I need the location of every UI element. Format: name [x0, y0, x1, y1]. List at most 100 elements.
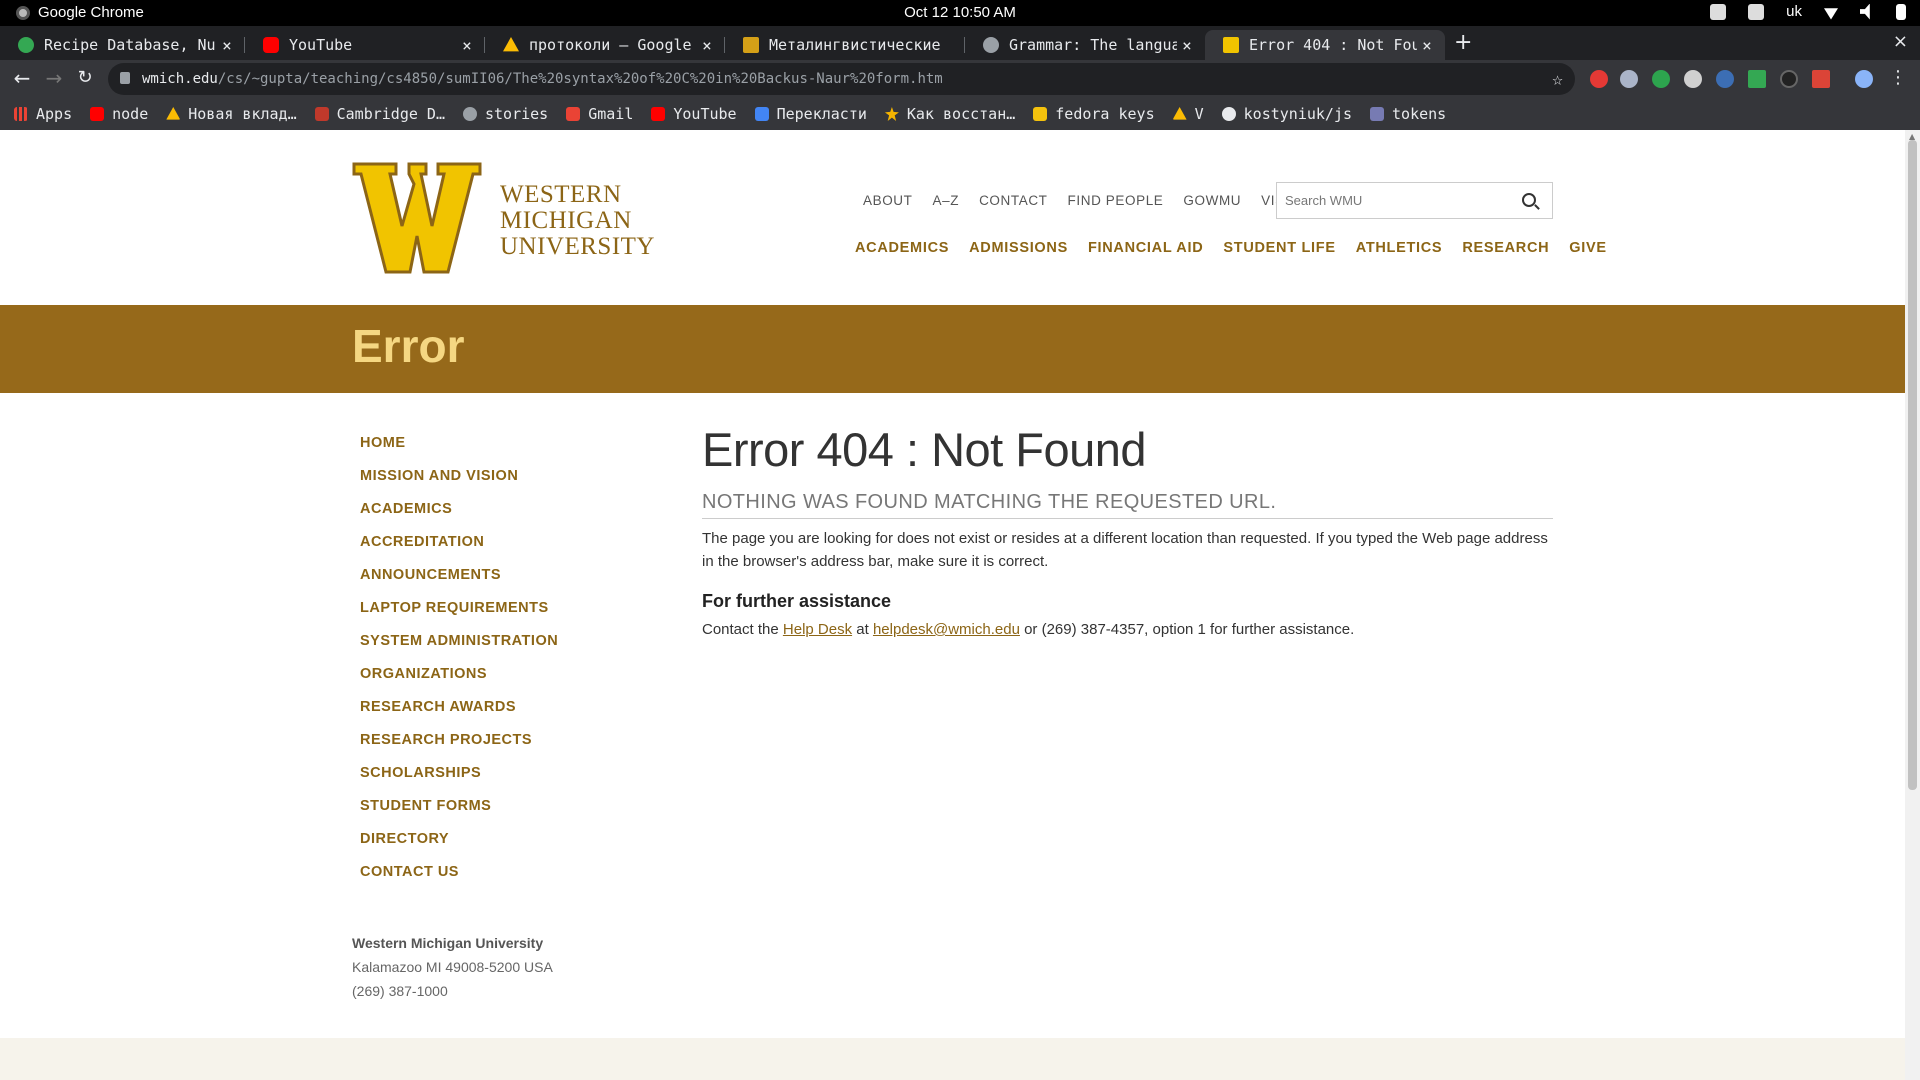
close-icon[interactable]: ×: [1417, 36, 1437, 55]
util-nav-gowmu[interactable]: GOWMU: [1183, 193, 1241, 208]
search-icon[interactable]: [1522, 193, 1536, 207]
tab-active[interactable]: Error 404 : Not Foun ×: [1205, 30, 1445, 60]
wordmark-line: University: [500, 233, 655, 260]
youtube-icon: [651, 107, 666, 121]
side-nav-laptop-requirements[interactable]: LAPTOP REQUIREMENTS: [360, 600, 558, 633]
wordmark-line: Michigan: [500, 207, 632, 234]
main-nav-financial-aid[interactable]: FINANCIAL AID: [1088, 240, 1203, 256]
clock[interactable]: Oct 12 10:50 AM: [0, 4, 1920, 21]
search-input[interactable]: [1277, 183, 1507, 218]
extension-icon-5[interactable]: [1716, 70, 1734, 88]
profile-avatar[interactable]: [1855, 70, 1873, 88]
star-icon: [884, 107, 899, 121]
bookmark-stories[interactable]: stories: [463, 105, 548, 123]
tab-1[interactable]: YouTube ×: [245, 30, 485, 60]
address-name: Western Michigan University: [352, 935, 544, 951]
side-nav-academics[interactable]: ACADEMICS: [360, 501, 558, 534]
wmu-logo-icon[interactable]: [352, 162, 482, 274]
extension-icon-6[interactable]: [1748, 70, 1766, 88]
tab-0[interactable]: Recipe Database, Nu ×: [0, 30, 245, 60]
side-nav-directory[interactable]: DIRECTORY: [360, 831, 558, 864]
scrollbar-thumb[interactable]: [1908, 140, 1917, 790]
util-nav-contact[interactable]: CONTACT: [979, 193, 1047, 208]
window-close-button[interactable]: ×: [1893, 31, 1908, 52]
page-subtitle: Nothing was found matching the requested…: [702, 491, 1553, 519]
bookmark-youtube[interactable]: YouTube: [651, 105, 737, 123]
wmu-wordmark[interactable]: Western Michigan University: [500, 182, 655, 260]
extension-icon-8[interactable]: [1812, 70, 1830, 88]
bookmark-tokens[interactable]: tokens: [1370, 105, 1446, 123]
battery-icon[interactable]: [1896, 3, 1906, 20]
close-icon[interactable]: ×: [697, 36, 717, 55]
assist-prefix: Contact the: [702, 621, 783, 638]
bookmark-fedora-keys[interactable]: fedora keys: [1033, 105, 1155, 123]
extension-icon-4[interactable]: [1684, 70, 1702, 88]
util-nav-about[interactable]: ABOUT: [863, 193, 913, 208]
helpdesk-email-link[interactable]: helpdesk@wmich.edu: [873, 621, 1020, 638]
util-nav-a-z[interactable]: A–Z: [933, 193, 960, 208]
bookmark-apps[interactable]: Apps: [14, 105, 72, 123]
help-desk-link[interactable]: Help Desk: [783, 621, 852, 638]
bookmark-node[interactable]: node: [90, 105, 148, 123]
side-nav-research-awards[interactable]: RESEARCH AWARDS: [360, 699, 558, 732]
extension-icon-7[interactable]: [1780, 70, 1798, 88]
bookmark-restore[interactable]: Как восстан…: [884, 105, 1015, 123]
tab-4[interactable]: Grammar: The langua ×: [965, 30, 1205, 60]
page-title: Error 404 : Not Found: [702, 423, 1147, 476]
bookmark-label: Apps: [36, 105, 73, 123]
bookmark-cambridge[interactable]: Cambridge D…: [314, 105, 445, 123]
wifi-icon[interactable]: [1824, 8, 1838, 20]
tab-2[interactable]: протоколи — Google ×: [485, 30, 725, 60]
bookmark-label: Gmail: [588, 105, 634, 123]
bookmark-label: tokens: [1392, 105, 1447, 123]
side-nav-contact-us[interactable]: CONTACT US: [360, 864, 558, 897]
page-scrollbar[interactable]: ▲: [1905, 130, 1920, 1080]
clipboard-icon[interactable]: [1748, 3, 1765, 20]
tab-title: протоколи — Google: [529, 36, 692, 54]
side-nav-system-administration[interactable]: SYSTEM ADMINISTRATION: [360, 633, 558, 666]
tab-3[interactable]: Металингвистические: [725, 30, 965, 60]
menu-kebab-icon[interactable]: ⋮: [1886, 66, 1910, 90]
main-nav-research[interactable]: RESEARCH: [1462, 240, 1549, 256]
bookmark-star-icon[interactable]: ☆: [1552, 69, 1563, 90]
main-nav-athletics[interactable]: ATHLETICS: [1356, 240, 1443, 256]
side-nav-accreditation[interactable]: ACCREDITATION: [360, 534, 558, 567]
close-icon[interactable]: ×: [457, 36, 477, 55]
forward-button[interactable]: →: [42, 66, 66, 90]
bookmark-v[interactable]: V: [1172, 105, 1204, 123]
extension-icon-1[interactable]: [1590, 70, 1608, 88]
youtube-icon: [90, 107, 105, 121]
side-nav-organizations[interactable]: ORGANIZATIONS: [360, 666, 558, 699]
volume-icon[interactable]: [1860, 3, 1870, 20]
main-nav-give[interactable]: GIVE: [1569, 240, 1606, 256]
side-nav-mission-and-vision[interactable]: MISSION AND VISION: [360, 468, 558, 501]
side-nav-announcements[interactable]: ANNOUNCEMENTS: [360, 567, 558, 600]
coffee-icon[interactable]: [1710, 3, 1727, 20]
extension-icon-3[interactable]: [1652, 70, 1670, 88]
reload-button[interactable]: ↻: [73, 66, 97, 90]
lock-icon[interactable]: [120, 72, 130, 84]
close-icon[interactable]: ×: [1177, 36, 1197, 55]
side-nav-student-forms[interactable]: STUDENT FORMS: [360, 798, 558, 831]
bookmark-gmail[interactable]: Gmail: [566, 105, 633, 123]
bookmark-new-tab[interactable]: Новая вклад…: [166, 105, 297, 123]
back-button[interactable]: ←: [10, 66, 34, 90]
main-nav-student-life[interactable]: STUDENT LIFE: [1223, 240, 1335, 256]
side-nav-home[interactable]: HOME: [360, 435, 558, 468]
address-bar[interactable]: wmich.edu/cs/~gupta/teaching/cs4850/sumI…: [108, 63, 1575, 95]
new-tab-button[interactable]: +: [1454, 30, 1472, 55]
bookmark-translate[interactable]: Перекласти: [754, 105, 867, 123]
url-path: /cs/~gupta/teaching/cs4850/sumII06/The%2…: [217, 71, 943, 87]
bookmark-github[interactable]: kostyniuk/js: [1221, 105, 1352, 123]
side-nav-research-projects[interactable]: RESEARCH PROJECTS: [360, 732, 558, 765]
url-host: wmich.edu: [142, 71, 218, 87]
main-nav-admissions[interactable]: ADMISSIONS: [969, 240, 1068, 256]
side-nav-scholarships[interactable]: SCHOLARSHIPS: [360, 765, 558, 798]
recipe-icon: [18, 37, 34, 53]
keyboard-layout[interactable]: uk: [1786, 3, 1802, 20]
util-nav-find-people[interactable]: FIND PEOPLE: [1068, 193, 1164, 208]
close-icon[interactable]: ×: [217, 36, 237, 55]
graduation-cap-icon: [743, 37, 759, 53]
main-nav-academics[interactable]: ACADEMICS: [855, 240, 949, 256]
extension-icon-2[interactable]: [1620, 70, 1638, 88]
